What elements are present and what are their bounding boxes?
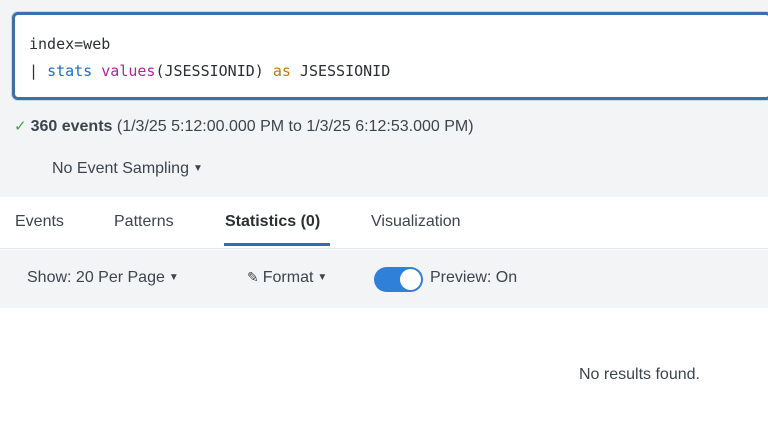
query-argument: (JSESSIONID) (155, 62, 273, 80)
caret-down-icon: ▼ (168, 272, 179, 283)
preview-label: Preview: On (430, 269, 518, 286)
event-count: 360 events (30, 118, 113, 135)
event-sampling-label: No Event Sampling (52, 160, 189, 177)
format-dropdown[interactable]: ✎ Format ▼ (247, 269, 327, 287)
toggle-knob (400, 269, 421, 290)
format-label: Format (262, 269, 314, 286)
query-line-1[interactable]: index=web (29, 35, 110, 53)
query-line-2[interactable]: | stats values(JSESSIONID) as JSESSIONID (29, 62, 390, 80)
query-function: values (101, 62, 156, 80)
time-range: (1/3/25 5:12:00.000 PM to 1/3/25 6:12:53… (112, 118, 474, 135)
caret-down-icon: ▼ (317, 272, 328, 283)
query-text-index: index=web (29, 35, 111, 53)
caret-down-icon: ▼ (192, 163, 203, 174)
search-area: index=web | stats values(JSESSIONID) as … (0, 0, 768, 197)
query-pipe: | (29, 62, 48, 80)
event-sampling-dropdown[interactable]: No Event Sampling ▼ (52, 160, 203, 178)
results-tabs: Events Patterns Statistics (0) Visualiza… (0, 197, 768, 249)
no-results-message: No results found. (579, 366, 700, 383)
tab-patterns[interactable]: Patterns (114, 213, 174, 231)
search-query-editor[interactable]: index=web | stats values(JSESSIONID) as … (12, 12, 768, 100)
tab-events[interactable]: Events (15, 213, 64, 231)
per-page-dropdown[interactable]: Show: 20 Per Page ▼ (27, 269, 179, 287)
query-alias: JSESSIONID (290, 62, 391, 80)
pencil-icon: ✎ (247, 269, 259, 285)
active-tab-indicator (224, 243, 330, 246)
search-status: ✓ 360 events (1/3/25 5:12:00.000 PM to 1/… (14, 117, 474, 136)
preview-toggle[interactable] (374, 267, 423, 292)
query-command: stats (47, 62, 93, 80)
per-page-label: Show: 20 Per Page (27, 269, 165, 286)
tab-visualization[interactable]: Visualization (371, 213, 461, 231)
tab-statistics[interactable]: Statistics (0) (225, 213, 320, 231)
query-as-keyword: as (272, 62, 291, 80)
check-icon: ✓ (14, 118, 27, 135)
